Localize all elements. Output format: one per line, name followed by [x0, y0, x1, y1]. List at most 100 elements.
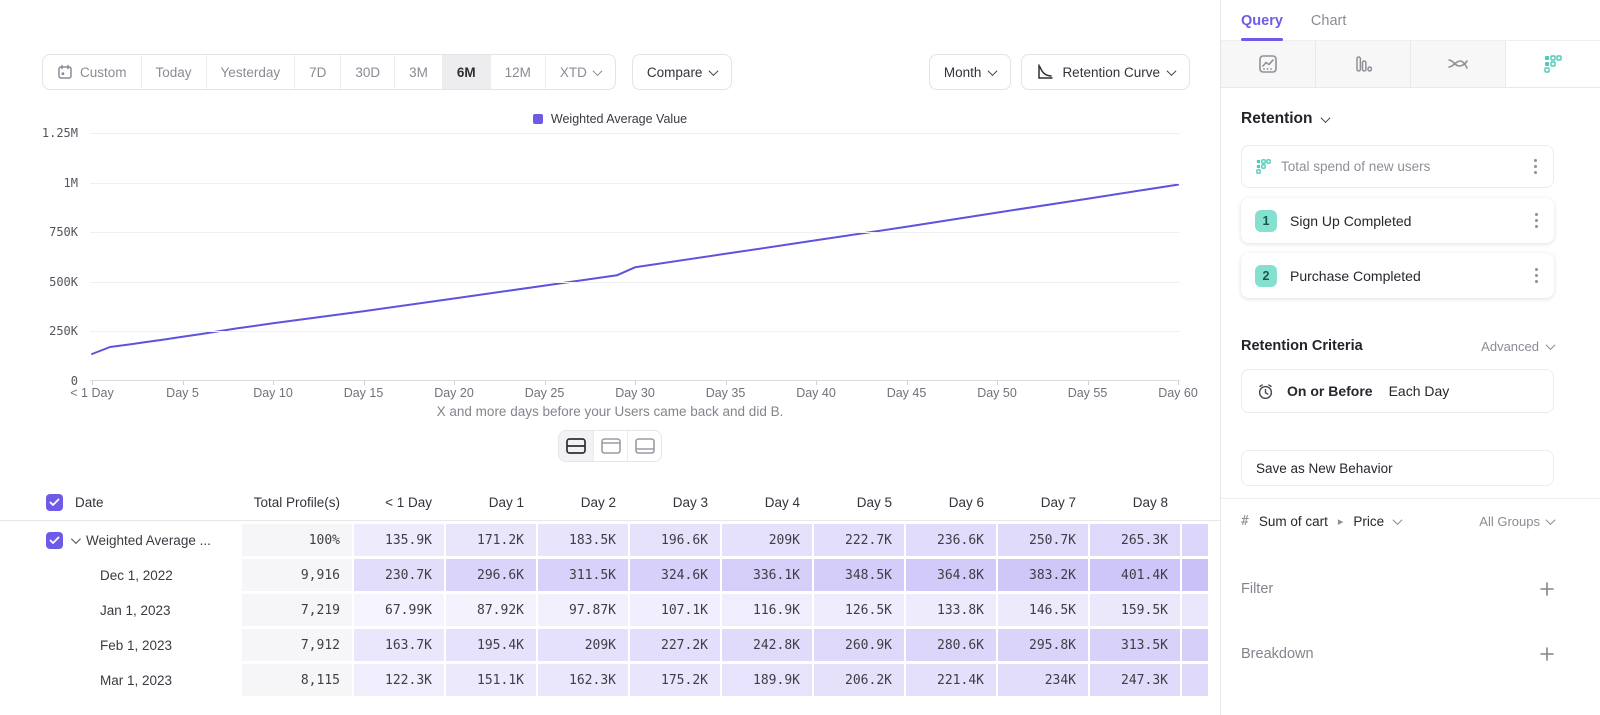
x-tick-label: Day 55: [1068, 386, 1108, 400]
step-2-card[interactable]: 2 Purchase Completed: [1241, 253, 1554, 298]
y-tick-label: 250K: [49, 324, 78, 338]
query-sidebar: Query Chart: [1220, 0, 1600, 715]
timing-mode: On or Before: [1287, 383, 1373, 399]
retention-value-cell: 230.7K: [354, 559, 444, 591]
x-tick-label: Day 60: [1158, 386, 1198, 400]
section-retention-dropdown[interactable]: Retention: [1241, 110, 1554, 128]
x-tick-mark: [1178, 381, 1179, 385]
chevron-down-icon: [1321, 113, 1331, 123]
toolbar-left: Custom Today Yesterday7D30D3M6M 12M XTD Comp…: [42, 54, 732, 90]
row-expand-chevron-icon[interactable]: [71, 534, 81, 544]
retention-value-cell: 87.92K: [446, 594, 536, 626]
app-window: Custom Today Yesterday7D30D3M6M 12M XTD Comp…: [0, 0, 1600, 715]
add-filter-button[interactable]: [1540, 582, 1554, 596]
column-header-3: Day 1: [446, 495, 536, 510]
date-range-3m[interactable]: 3M: [394, 55, 442, 89]
clipped-value-cell: [1182, 559, 1208, 591]
date-range-custom[interactable]: Custom: [43, 55, 141, 89]
advanced-dropdown[interactable]: Advanced: [1481, 339, 1554, 354]
retention-value-cell: 313.5K: [1090, 629, 1180, 661]
select-all-checkbox[interactable]: [46, 494, 63, 511]
behavior-card[interactable]: Total spend of new users: [1241, 145, 1554, 188]
column-header-10: Day 8: [1090, 495, 1180, 510]
date-range-xtd[interactable]: XTD: [545, 55, 615, 89]
x-tick-mark: [997, 381, 998, 385]
retention-value-cell: 67.99K: [354, 594, 444, 626]
behavior-menu-button[interactable]: [1532, 157, 1539, 176]
profiles-cell: 7,219: [242, 594, 352, 626]
retention-line-chart[interactable]: 0250K500K750K1M1.25M: [90, 133, 1180, 381]
chart-legend: Weighted Average Value: [0, 112, 1220, 126]
tab-flows[interactable]: [1411, 41, 1506, 87]
retention-value-cell: 183.5K: [538, 524, 628, 556]
retention-value-cell: 383.2K: [998, 559, 1088, 591]
retention-value-cell: 260.9K: [814, 629, 904, 661]
x-tick-mark: [92, 381, 93, 385]
date-range-12m[interactable]: 12M: [490, 55, 545, 89]
row-checkbox[interactable]: [46, 532, 63, 549]
clipped-value-cell: [1182, 524, 1208, 556]
step-1-badge: 1: [1255, 210, 1277, 232]
measure-row[interactable]: # Sum of cart ▸ Price All Groups: [1241, 499, 1554, 544]
gridline: [90, 183, 1180, 184]
x-tick-mark: [907, 381, 908, 385]
row-label-cell: Mar 1, 2023: [0, 664, 240, 696]
tab-query[interactable]: Query: [1241, 13, 1283, 40]
granularity-button[interactable]: Month: [929, 54, 1012, 90]
profiles-cell: 7,912: [242, 629, 352, 661]
tab-insights[interactable]: [1221, 41, 1316, 87]
retention-value-cell: 280.6K: [906, 629, 996, 661]
table-header-row: DateTotal Profile(s)< 1 DayDay 1Day 2Day…: [0, 485, 1220, 521]
filter-section: Filter: [1241, 581, 1554, 597]
retention-value-cell: 265.3K: [1090, 524, 1180, 556]
chevron-down-icon: [592, 66, 602, 76]
retention-value-cell: 311.5K: [538, 559, 628, 591]
tab-query-label: Query: [1241, 13, 1283, 29]
date-range-label: Custom: [80, 65, 127, 80]
date-range-label: 12M: [505, 65, 531, 80]
step-1-card[interactable]: 1 Sign Up Completed: [1241, 198, 1554, 243]
sidebar-tabs: Query Chart: [1221, 0, 1600, 41]
timing-unit: Each Day: [1389, 383, 1450, 399]
date-range-6m[interactable]: 6M: [442, 55, 490, 89]
criteria-timing-card[interactable]: On or Before Each Day: [1241, 369, 1554, 413]
tab-funnels[interactable]: [1316, 41, 1411, 87]
date-range-30d[interactable]: 30D: [340, 55, 394, 89]
x-tick-mark: [364, 381, 365, 385]
split-view-toggle[interactable]: [559, 431, 593, 461]
save-behavior-button[interactable]: Save as New Behavior: [1241, 450, 1554, 486]
column-header-5: Day 3: [630, 495, 720, 510]
retention-value-cell: 196.6K: [630, 524, 720, 556]
table-view-toggle[interactable]: [627, 431, 661, 461]
tab-chart[interactable]: Chart: [1311, 13, 1346, 40]
step-2-menu-button[interactable]: [1533, 266, 1540, 285]
gridline: [90, 331, 1180, 332]
table-row: Jan 1, 20237,21967.99K87.92K97.87K107.1K…: [0, 594, 1220, 626]
retention-value-cell: 295.8K: [998, 629, 1088, 661]
x-tick-mark: [635, 381, 636, 385]
date-range-yesterday[interactable]: Yesterday: [206, 55, 295, 89]
date-range-today[interactable]: Today: [141, 55, 206, 89]
check-icon: [49, 536, 60, 545]
x-tick-mark: [816, 381, 817, 385]
groups-dropdown[interactable]: All Groups: [1479, 514, 1554, 529]
chart-type-button[interactable]: Retention Curve: [1021, 54, 1190, 90]
row-label-cell: Dec 1, 2022: [0, 559, 240, 591]
x-tick-mark: [1088, 381, 1089, 385]
add-breakdown-button[interactable]: [1540, 647, 1554, 661]
chart-view-toggle[interactable]: [593, 431, 627, 461]
layout-toggle-group: [558, 430, 662, 462]
table-row: Dec 1, 20229,916230.7K296.6K311.5K324.6K…: [0, 559, 1220, 591]
compare-label: Compare: [647, 65, 703, 80]
x-tick-label: < 1 Day: [70, 386, 113, 400]
tab-retention[interactable]: [1506, 41, 1600, 87]
date-range-label: XTD: [560, 65, 587, 80]
step-1-menu-button[interactable]: [1533, 211, 1540, 230]
row-label-cell: Weighted Average ...: [0, 524, 240, 556]
date-range-7d[interactable]: 7D: [294, 55, 340, 89]
row-label-cell: Feb 1, 2023: [0, 629, 240, 661]
chevron-down-icon: [709, 66, 719, 76]
date-range-label: Today: [156, 65, 192, 80]
profiles-cell: 100%: [242, 524, 352, 556]
compare-button[interactable]: Compare: [632, 54, 733, 90]
